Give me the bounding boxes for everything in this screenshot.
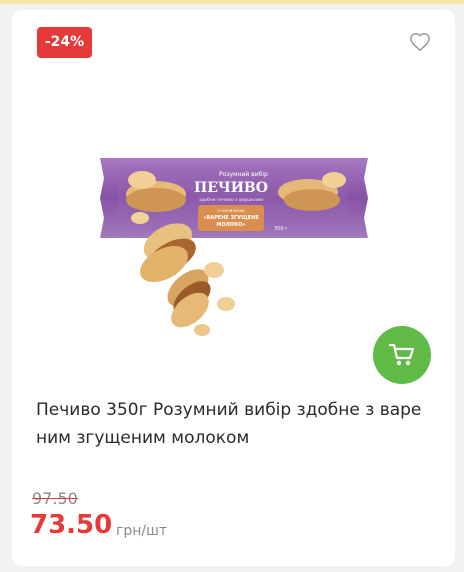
favorite-heart-icon[interactable]: [409, 31, 431, 53]
old-price: 97.50: [32, 489, 78, 508]
current-price: 73.50: [30, 510, 113, 540]
package-subtitle: здобне печиво з вершками: [199, 197, 263, 203]
product-title[interactable]: Печиво 350г Розумний вибір здобне з варе…: [36, 396, 436, 452]
product-image[interactable]: Розумний вибір ПЕЧИВО здобне печиво з ве…: [98, 158, 370, 354]
product-card[interactable]: -24% Розумний вибір ПЕЧИВО здобне печиво…: [12, 10, 455, 566]
top-accent-strip: [0, 0, 464, 4]
discount-badge: -24%: [37, 27, 92, 58]
cart-icon: [389, 343, 415, 366]
price-unit: грн/шт: [116, 523, 168, 539]
package-name: ПЕЧИВО: [194, 180, 268, 196]
package-weight: 350 г: [274, 226, 288, 232]
package-flavor-line3: МОЛОКО»: [216, 222, 245, 228]
add-to-cart-button[interactable]: [373, 326, 431, 384]
package-brand: Розумний вибір: [219, 171, 268, 178]
package-flavor-line1: з начинкою: [217, 209, 245, 214]
package-flavor-line2: «ВАРЕНЕ ЗГУЩЕНЕ: [203, 215, 259, 221]
svg-text:Розумний вибір: Розумний вибір: [219, 171, 268, 178]
